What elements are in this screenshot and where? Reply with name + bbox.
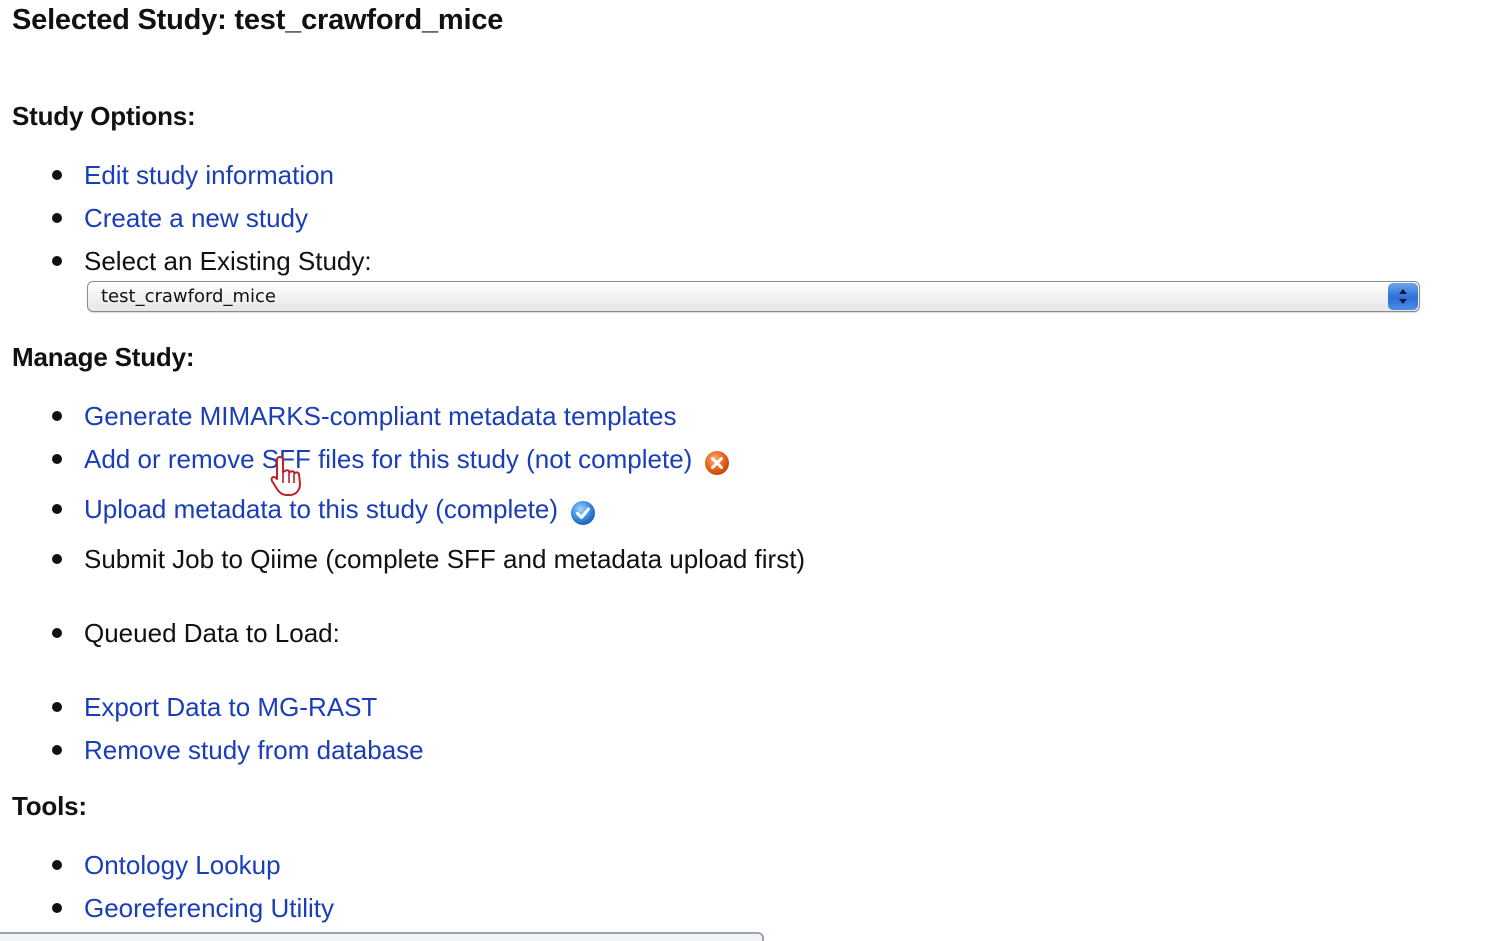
bullet xyxy=(52,504,62,514)
bullet xyxy=(52,256,62,266)
select-arrows-icon[interactable] xyxy=(1388,283,1418,310)
upload-metadata-link[interactable]: Upload metadata to this study (complete) xyxy=(84,494,558,525)
select-study-label: Select an Existing Study: xyxy=(84,245,372,276)
tools-heading: Tools: xyxy=(12,791,87,821)
list-item: Remove study from database xyxy=(52,733,424,767)
ontology-lookup-link[interactable]: Ontology Lookup xyxy=(84,850,281,881)
window-bottom-edge xyxy=(0,932,764,941)
list-item: Add or remove SFF files for this study (… xyxy=(52,442,730,476)
list-item: Export Data to MG-RAST xyxy=(52,690,377,724)
export-mg-rast-link[interactable]: Export Data to MG-RAST xyxy=(84,692,377,723)
queued-data-label: Queued Data to Load: xyxy=(84,617,340,648)
list-item: Submit Job to Qiime (complete SFF and me… xyxy=(52,542,805,576)
list-item: Select an Existing Study: xyxy=(52,244,372,278)
list-item: Generate MIMARKS-compliant metadata temp… xyxy=(52,399,676,433)
create-study-link[interactable]: Create a new study xyxy=(84,203,308,234)
georeferencing-link[interactable]: Georeferencing Utility xyxy=(84,893,334,924)
study-options-heading: Study Options: xyxy=(12,101,196,131)
manage-study-heading: Manage Study: xyxy=(12,342,195,372)
bullet xyxy=(52,860,62,870)
study-select[interactable]: test_crawford_mice xyxy=(87,281,1420,312)
page-title: Selected Study: test_crawford_mice xyxy=(12,4,504,36)
list-item: Queued Data to Load: xyxy=(52,616,340,650)
bullet xyxy=(52,411,62,421)
submit-job-text: Submit Job to Qiime (complete SFF and me… xyxy=(84,543,806,574)
list-item: Upload metadata to this study (complete) xyxy=(52,492,596,526)
edit-study-link[interactable]: Edit study information xyxy=(84,160,334,191)
sff-files-link[interactable]: Add or remove SFF files for this study (… xyxy=(84,444,692,475)
study-select-value: test_crawford_mice xyxy=(101,286,276,307)
bullet xyxy=(52,170,62,180)
generate-templates-link[interactable]: Generate MIMARKS-compliant metadata temp… xyxy=(84,401,676,432)
bullet xyxy=(52,454,62,464)
bullet xyxy=(52,213,62,223)
list-item: Edit study information xyxy=(52,158,334,192)
bullet xyxy=(52,628,62,638)
bullet xyxy=(52,745,62,755)
remove-study-link[interactable]: Remove study from database xyxy=(84,735,424,766)
bullet xyxy=(52,903,62,913)
list-item: Ontology Lookup xyxy=(52,848,281,882)
complete-check-icon xyxy=(570,500,596,526)
bullet xyxy=(52,702,62,712)
bullet xyxy=(52,554,62,564)
not-complete-icon xyxy=(704,450,730,476)
list-item: Create a new study xyxy=(52,201,308,235)
list-item: Georeferencing Utility xyxy=(52,891,334,925)
